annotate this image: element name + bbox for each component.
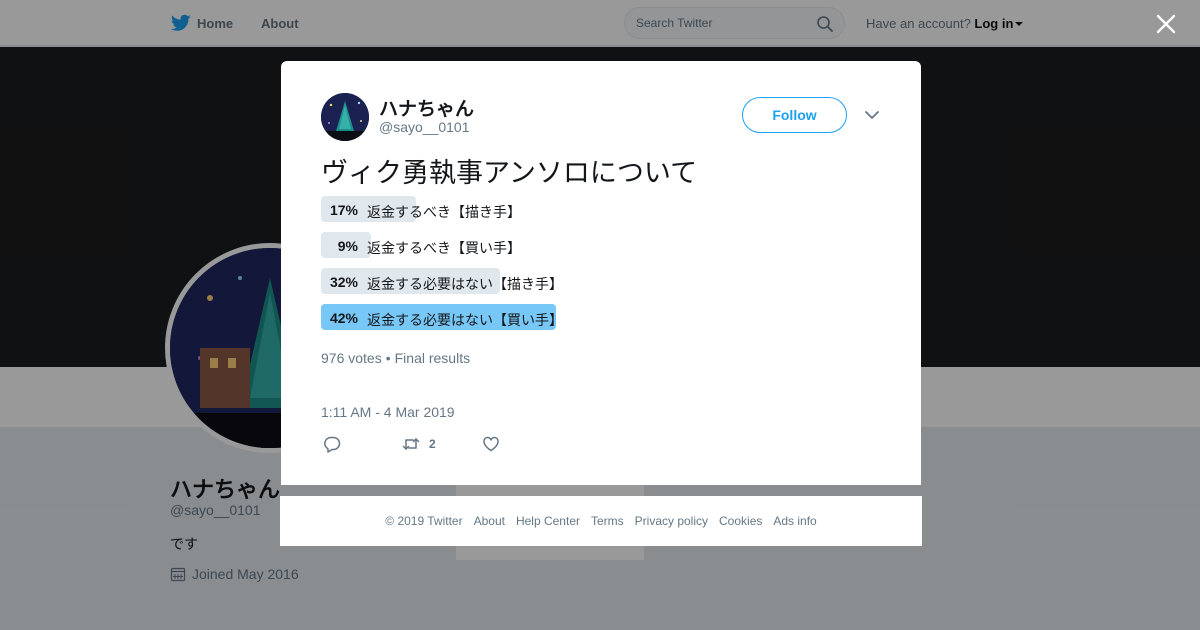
tweet-timestamp[interactable]: 1:11 AM - 4 Mar 2019	[321, 404, 455, 420]
follow-button[interactable]: Follow	[742, 97, 847, 133]
poll-label: 返金するべき【買い手】	[367, 240, 521, 256]
poll-percent: 17%	[329, 202, 358, 218]
copyright-text: © 2019 Twitter	[385, 514, 463, 528]
retweet-count: 2	[429, 437, 436, 451]
close-icon[interactable]	[1155, 13, 1177, 35]
tweet-modal: ハナちゃん @sayo__0101 Follow ヴィク勇執事アンソロについて …	[281, 61, 921, 485]
poll-label: 返金するべき【描き手】	[367, 204, 521, 220]
footer-link[interactable]: Privacy policy	[635, 514, 708, 528]
footer-link[interactable]: Cookies	[719, 514, 762, 528]
tweet-actions: 2	[321, 435, 581, 457]
like-button[interactable]	[482, 435, 500, 453]
tweet-author-name[interactable]: ハナちゃん	[379, 94, 474, 121]
retweet-icon	[402, 438, 420, 450]
poll-choice: 17% 返金するべき【描き手】	[321, 196, 881, 222]
tweet-author-avatar-image	[321, 93, 369, 141]
footer-link[interactable]: Terms	[591, 514, 624, 528]
poll-percent: 32%	[329, 274, 358, 290]
tweet-author-avatar[interactable]	[321, 93, 369, 141]
modal-footer: © 2019 Twitter About Help Center Terms Priva…	[280, 496, 922, 546]
chevron-down-icon[interactable]	[864, 108, 880, 122]
tweet-text: ヴィク勇執事アンソロについて	[321, 158, 698, 188]
poll-status: Final results	[394, 350, 471, 366]
footer-link[interactable]: Ads info	[773, 514, 816, 528]
like-icon	[483, 436, 499, 452]
reply-icon	[324, 436, 341, 453]
poll-label: 返金する必要はない【描き手】	[367, 276, 563, 292]
poll-separator: •	[385, 350, 391, 366]
reply-button[interactable]	[323, 435, 341, 453]
poll-choice: 9% 返金するべき【買い手】	[321, 232, 881, 258]
poll-percent: 42%	[329, 310, 358, 326]
tweet-author-handle[interactable]: @sayo__0101	[379, 119, 470, 135]
retweet-button[interactable]: 2	[402, 435, 436, 453]
poll-label: 返金する必要はない【買い手】	[367, 312, 563, 328]
poll: 17% 返金するべき【描き手】 9% 返金するべき【買い手】 32% 返金する必要はない【…	[321, 196, 881, 340]
poll-choice: 32% 返金する必要はない【描き手】	[321, 268, 881, 294]
poll-meta: 976 votes • Final results	[321, 350, 470, 366]
poll-choice: 42% 返金する必要はない【買い手】	[321, 304, 881, 330]
poll-votes: 976 votes	[321, 350, 382, 366]
footer-link[interactable]: About	[474, 514, 505, 528]
footer-link[interactable]: Help Center	[516, 514, 580, 528]
poll-percent: 9%	[337, 238, 358, 254]
